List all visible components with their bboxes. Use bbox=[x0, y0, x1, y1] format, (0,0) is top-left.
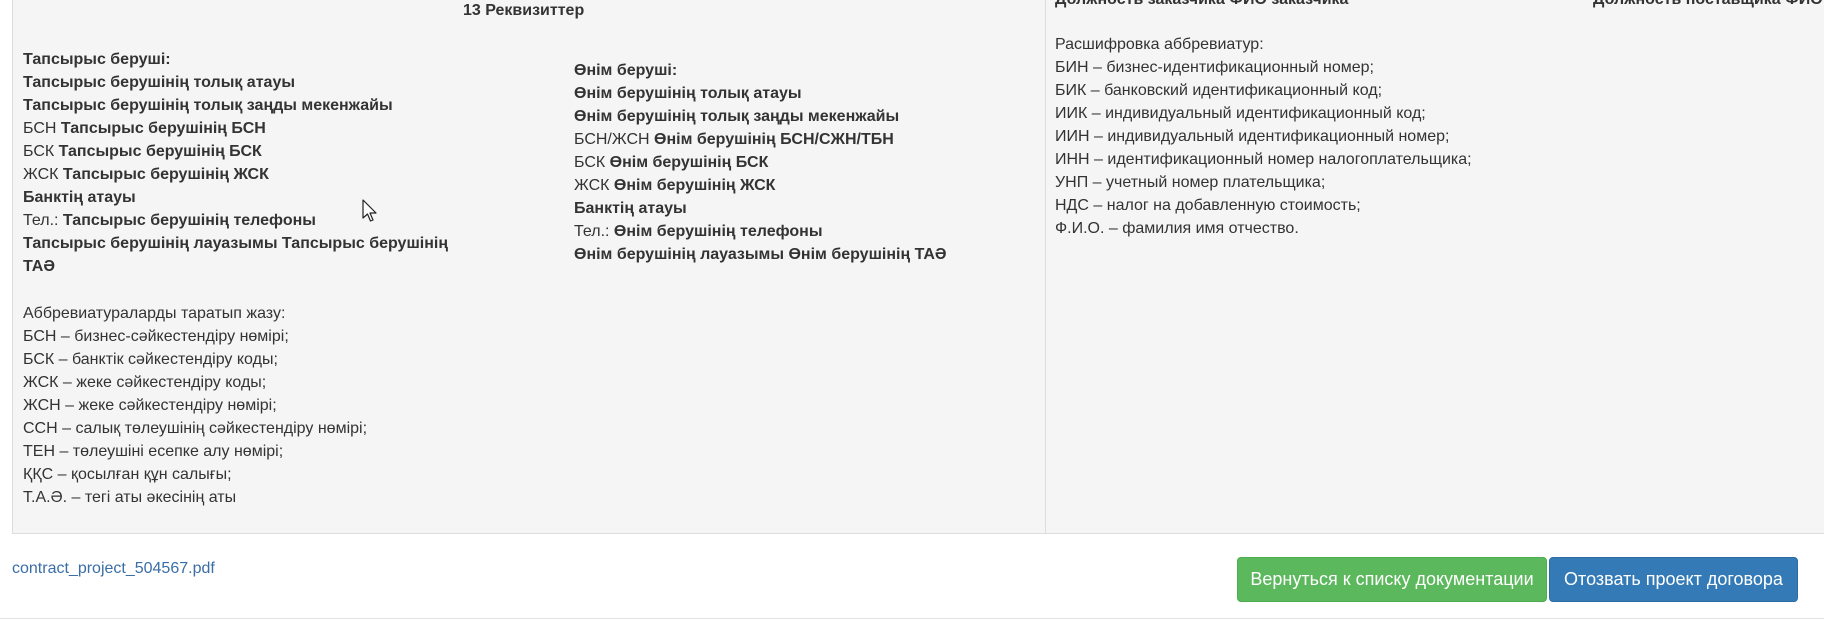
producer-phone-value: Өнім берушінің телефоны bbox=[613, 223, 823, 240]
producer-full-name: Өнім берушінің толық атауы bbox=[574, 85, 802, 102]
withdraw-contract-button[interactable]: Отозвать проект договора bbox=[1549, 557, 1798, 602]
producer-heading: Өнім беруші: bbox=[574, 62, 678, 79]
bottom-divider bbox=[0, 618, 1824, 619]
producer-signature: Өнім берушінің лауазымы Өнім берушінің Т… bbox=[574, 246, 947, 263]
customer-zhsk-prefix: ЖСК bbox=[23, 166, 59, 183]
abbreviation-item: ЖСН – жеке сәйкестендіру нөмірі; bbox=[23, 397, 277, 414]
customer-requisites: Тапсырыс беруші: Тапсырыс берушінің толы… bbox=[23, 48, 483, 278]
customer-bsk-prefix: БСК bbox=[23, 143, 55, 160]
abbreviation-item: БСК – банктік сәйкестендіру коды; bbox=[23, 351, 278, 368]
producer-zhsk-row: ЖСК Өнім берушінің ЖСК bbox=[574, 174, 947, 197]
abbreviations-ru: Расшифровка аббревиатур: БИН – бизнес-ид… bbox=[1045, 33, 1472, 240]
customer-zhsk-value: Тапсырыс берушінің ЖСК bbox=[62, 166, 269, 183]
abbreviation-item: ИИН – индивидуальный идентификационный н… bbox=[1055, 128, 1450, 145]
producer-phone-prefix: Тел.: bbox=[574, 223, 610, 240]
requisites-panel: Должность заказчика ФИО заказчика Должно… bbox=[12, 0, 1824, 534]
producer-bsn-value: Өнім берушінің БСН/СЖН/ТБН bbox=[654, 131, 894, 148]
customer-full-name: Тапсырыс берушінің толық атауы bbox=[23, 74, 295, 91]
customer-phone-prefix: Тел.: bbox=[23, 212, 59, 229]
abbreviation-item: БСН – бизнес-сәйкестендіру нөмірі; bbox=[23, 328, 289, 345]
producer-bsn-prefix: БСН/ЖСН bbox=[574, 131, 650, 148]
abbreviation-item: ИНН – идентификационный номер налогоплат… bbox=[1055, 151, 1472, 168]
customer-bsn-prefix: БСН bbox=[23, 120, 57, 137]
abbreviations-kz-heading: Аббревиатураларды таратып жазу: bbox=[23, 305, 286, 322]
producer-bsk-row: БСК Өнім берушінің БСК bbox=[574, 151, 947, 174]
customer-signature-header-cut: Должность заказчика ФИО заказчика bbox=[1045, 0, 1348, 10]
abbreviation-item: ССН – салық төлеушінің сәйкестендіру нөм… bbox=[23, 420, 368, 437]
customer-bsk-row: БСК Тапсырыс берушінің БСК bbox=[23, 140, 483, 163]
producer-bsn-row: БСН/ЖСН Өнім берушінің БСН/СЖН/ТБН bbox=[574, 128, 947, 151]
producer-legal-address: Өнім берушінің толық заңды мекенжайы bbox=[574, 108, 900, 125]
customer-signature: Тапсырыс берушінің лауазымы Тапсырыс бер… bbox=[23, 235, 449, 275]
customer-bsn-row: БСН Тапсырыс берушінің БСН bbox=[23, 117, 483, 140]
producer-bsk-value: Өнім берушінің БСК bbox=[609, 154, 769, 171]
abbreviation-item: НДС – налог на добавленную стоимость; bbox=[1055, 197, 1361, 214]
abbreviation-item: ЖСК – жеке сәйкестендіру коды; bbox=[23, 374, 267, 391]
abbreviation-item: БИК – банковский идентификационный код; bbox=[1055, 82, 1383, 99]
customer-legal-address: Тапсырыс берушінің толық заңды мекенжайы bbox=[23, 97, 393, 114]
customer-phone-value: Тапсырыс берушінің телефоны bbox=[62, 212, 316, 229]
producer-zhsk-value: Өнім берушінің ЖСК bbox=[613, 177, 776, 194]
producer-requisites: Өнім беруші: Өнім берушінің толық атауы … bbox=[574, 59, 947, 266]
customer-heading: Тапсырыс беруші: bbox=[23, 51, 171, 68]
abbreviation-item: ТЕН – төлеушіні есепке алу нөмірі; bbox=[23, 443, 284, 460]
abbreviation-item: Т.А.Ә. – тегі аты әкесінің аты bbox=[23, 489, 237, 506]
abbreviation-item: УНП – учетный номер плательщика; bbox=[1055, 174, 1326, 191]
back-to-documentation-button[interactable]: Вернуться к списку документации bbox=[1237, 557, 1547, 602]
abbreviation-item: ИИК – индивидуальный идентификационный к… bbox=[1055, 105, 1426, 122]
abbreviation-item: БИН – бизнес-идентификационный номер; bbox=[1055, 59, 1374, 76]
abbreviation-item: Ф.И.О. – фамилия имя отчество. bbox=[1055, 220, 1299, 237]
producer-bank: Банктің атауы bbox=[574, 200, 687, 217]
mouse-pointer-icon bbox=[362, 199, 377, 222]
customer-bank: Банктің атауы bbox=[23, 189, 136, 206]
abbreviation-item: ҚҚС – қосылған құн салығы; bbox=[23, 466, 232, 483]
customer-phone-row: Тел.: Тапсырыс берушінің телефоны bbox=[23, 209, 483, 232]
section-title: 13 Реквизиттер bbox=[463, 2, 585, 19]
producer-bsk-prefix: БСК bbox=[574, 154, 606, 171]
supplier-signature-header-cut: Должность поставщика ФИО bbox=[1593, 0, 1823, 10]
customer-zhsk-row: ЖСК Тапсырыс берушінің ЖСК bbox=[23, 163, 483, 186]
producer-phone-row: Тел.: Өнім берушінің телефоны bbox=[574, 220, 947, 243]
abbreviations-ru-heading: Расшифровка аббревиатур: bbox=[1055, 36, 1264, 53]
abbreviations-kz: Аббревиатураларды таратып жазу: БСН – би… bbox=[23, 302, 367, 509]
contract-pdf-link[interactable]: contract_project_504567.pdf bbox=[12, 560, 215, 578]
customer-bsn-value: Тапсырыс берушінің БСН bbox=[60, 120, 266, 137]
customer-bsk-value: Тапсырыс берушінің БСК bbox=[58, 143, 262, 160]
producer-zhsk-prefix: ЖСК bbox=[574, 177, 610, 194]
